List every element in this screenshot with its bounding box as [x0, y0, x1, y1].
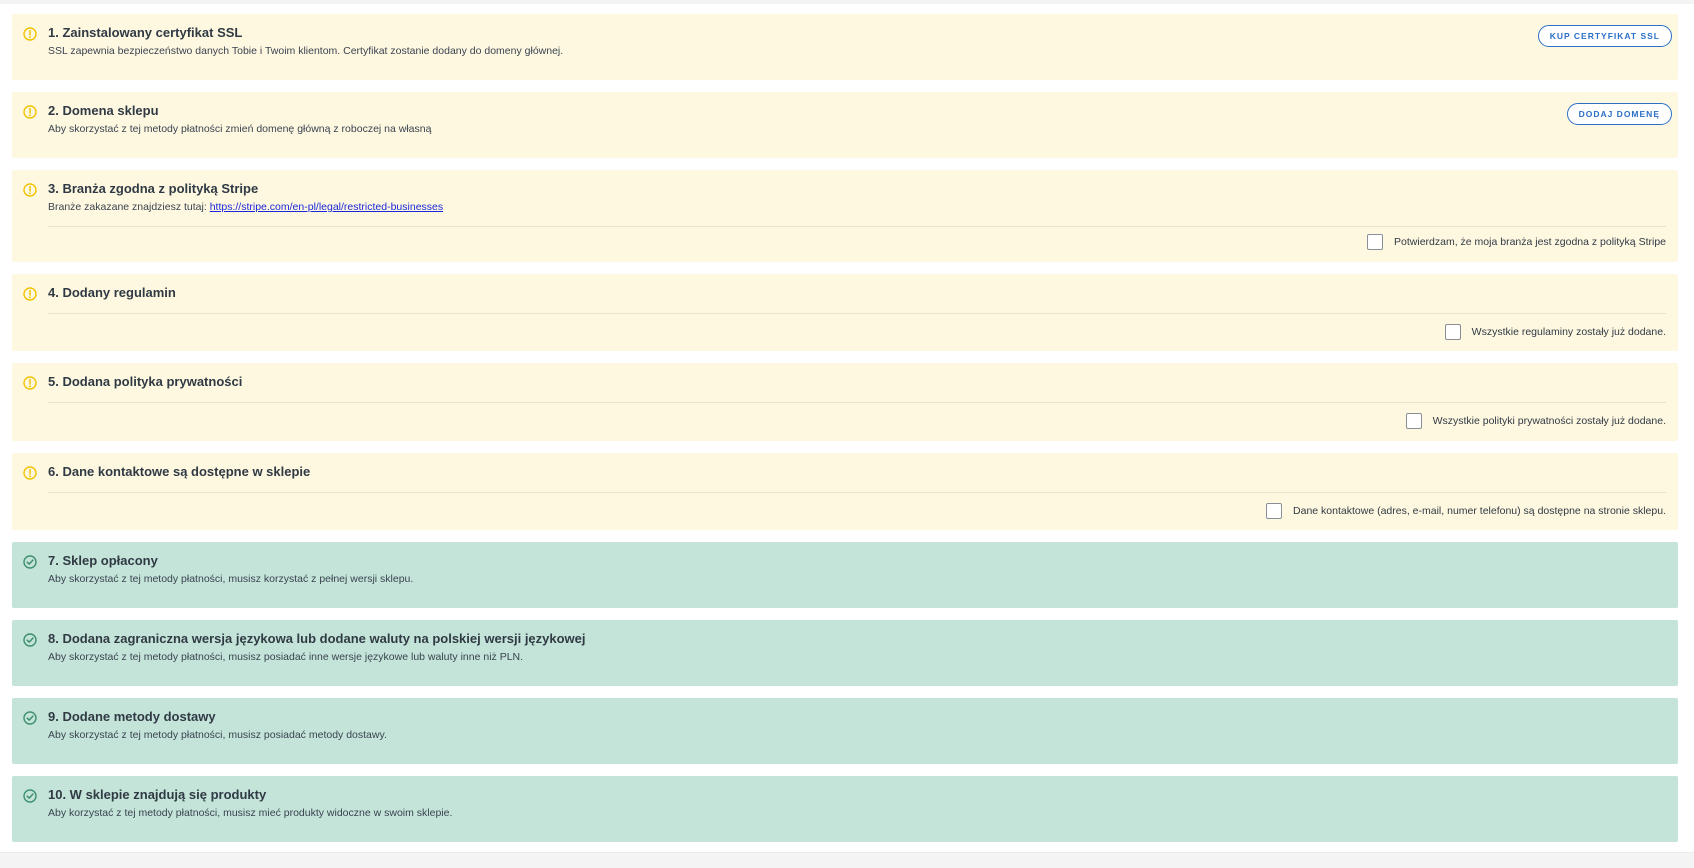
divider	[48, 492, 1666, 493]
check-circle-icon	[23, 711, 37, 725]
requirement-title: 1. Zainstalowany certyfikat SSL	[48, 25, 243, 40]
requirement-description: Aby skorzystać z tej metody płatności, m…	[48, 729, 387, 741]
requirement-shop-paid: 7. Sklep opłacony Aby skorzystać z tej m…	[12, 542, 1678, 608]
divider	[48, 313, 1666, 314]
requirement-foreign-language: 8. Dodana zagraniczna wersja językowa lu…	[12, 620, 1678, 686]
confirm-label: Dane kontaktowe (adres, e-mail, numer te…	[1293, 505, 1666, 517]
requirement-stripe-industry: 3. Branża zgodna z polityką Stripe Branż…	[12, 170, 1678, 262]
warning-circle-icon	[23, 376, 37, 390]
requirement-title: 6. Dane kontaktowe są dostępne w sklepie	[48, 464, 311, 479]
requirement-title: 5. Dodana polityka prywatności	[48, 374, 243, 389]
confirm-row: Wszystkie regulaminy zostały już dodane.	[1444, 324, 1666, 340]
requirement-delivery-methods: 9. Dodane metody dostawy Aby skorzystać …	[12, 698, 1678, 764]
check-circle-icon	[23, 789, 37, 803]
requirement-description: Aby skorzystać z tej metody płatności, m…	[48, 651, 524, 663]
description-prefix: Branże zakazane znajdziesz tutaj:	[48, 201, 207, 213]
warning-circle-icon	[23, 105, 37, 119]
stripe-restricted-businesses-link[interactable]: https://stripe.com/en-pl/legal/restricte…	[210, 201, 443, 213]
requirement-description: Aby korzystać z tej metody płatności, mu…	[48, 807, 453, 819]
top-edge	[0, 0, 1694, 4]
requirement-terms: 4. Dodany regulamin Wszystkie regulaminy…	[12, 274, 1678, 351]
buy-ssl-button[interactable]: KUP CERTYFIKAT SSL	[1537, 25, 1672, 47]
bottom-edge	[0, 852, 1694, 868]
requirement-description: Aby skorzystać z tej metody płatności, m…	[48, 573, 414, 585]
requirement-title: 3. Branża zgodna z polityką Stripe	[48, 181, 259, 196]
requirement-description: Branże zakazane znajdziesz tutaj: https:…	[48, 200, 1666, 214]
confirm-label: Wszystkie regulaminy zostały już dodane.	[1471, 326, 1666, 338]
confirm-row: Wszystkie polityki prywatności zostały j…	[1405, 413, 1666, 429]
add-domain-button[interactable]: DODAJ DOMENĘ	[1566, 103, 1672, 125]
warning-circle-icon	[23, 287, 37, 301]
requirement-title: 10. W sklepie znajdują się produkty	[48, 787, 267, 802]
requirements-list: 1. Zainstalowany certyfikat SSL SSL zape…	[12, 14, 1678, 854]
requirement-ssl: 1. Zainstalowany certyfikat SSL SSL zape…	[12, 14, 1678, 80]
requirement-title: 7. Sklep opłacony	[48, 553, 158, 568]
requirement-title: 9. Dodane metody dostawy	[48, 709, 216, 724]
requirement-title: 4. Dodany regulamin	[48, 285, 176, 300]
warning-circle-icon	[23, 466, 37, 480]
check-circle-icon	[23, 633, 37, 647]
confirm-row: Potwierdzam, że moja branża jest zgodna …	[1367, 234, 1666, 250]
divider	[48, 402, 1666, 403]
confirm-checkbox[interactable]	[1444, 324, 1461, 340]
requirement-products: 10. W sklepie znajdują się produkty Aby …	[12, 776, 1678, 842]
requirement-domain: 2. Domena sklepu Aby skorzystać z tej me…	[12, 92, 1678, 158]
requirement-privacy-policy: 5. Dodana polityka prywatności Wszystkie…	[12, 363, 1678, 441]
requirement-contact-data: 6. Dane kontaktowe są dostępne w sklepie…	[12, 453, 1678, 530]
warning-circle-icon	[23, 183, 37, 197]
requirement-description: SSL zapewnia bezpieczeństwo danych Tobie…	[48, 45, 564, 57]
confirm-checkbox[interactable]	[1405, 413, 1422, 429]
requirement-description: Aby skorzystać z tej metody płatności zm…	[48, 123, 432, 135]
confirm-checkbox[interactable]	[1367, 234, 1384, 250]
confirm-label: Potwierdzam, że moja branża jest zgodna …	[1394, 236, 1666, 248]
warning-circle-icon	[23, 27, 37, 41]
requirement-title: 2. Domena sklepu	[48, 103, 159, 118]
check-circle-icon	[23, 555, 37, 569]
confirm-checkbox[interactable]	[1266, 503, 1283, 519]
confirm-row: Dane kontaktowe (adres, e-mail, numer te…	[1266, 503, 1666, 519]
requirement-title: 8. Dodana zagraniczna wersja językowa lu…	[48, 631, 586, 646]
confirm-label: Wszystkie polityki prywatności zostały j…	[1432, 415, 1666, 427]
divider	[48, 226, 1666, 227]
